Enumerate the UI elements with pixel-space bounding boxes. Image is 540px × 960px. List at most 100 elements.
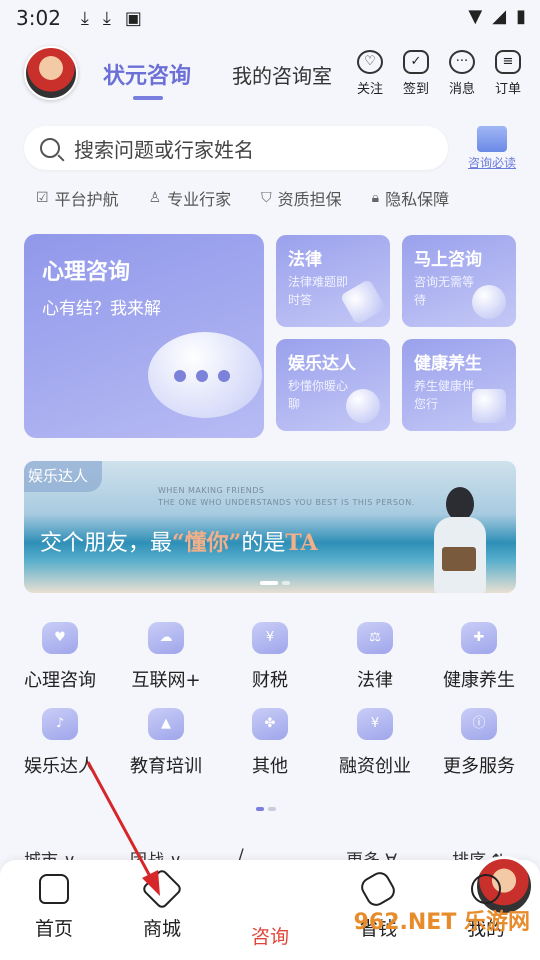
card-subtitle: 法律难题即时答 bbox=[288, 275, 349, 307]
category-health[interactable]: ✚ 健康养生 bbox=[425, 622, 533, 692]
category-psychology[interactable]: ♥ 心理咨询 bbox=[6, 622, 114, 692]
folder-icon bbox=[477, 126, 507, 152]
more-icon: ⓘ bbox=[461, 708, 497, 740]
guarantee-qualification: ⛉ 资质担保 bbox=[261, 186, 342, 210]
tab-label: 首页 bbox=[34, 918, 73, 940]
scale-icon: ⚖ bbox=[357, 622, 393, 654]
card-title: 心理咨询 bbox=[42, 260, 131, 285]
banner-english: WHEN MAKING FRIENDS THE ONE WHO UNDERSTA… bbox=[158, 485, 415, 509]
follow-button[interactable]: ♡ 关注 bbox=[350, 50, 390, 97]
banner-headline: 交个朋友，最“懂你”的是TA bbox=[40, 525, 318, 557]
orders-button[interactable]: ≡ 订单 bbox=[488, 50, 528, 97]
cloud-icon: ☁ bbox=[148, 622, 184, 654]
card-health[interactable]: 健康养生 养生健康伴您行 bbox=[402, 339, 516, 431]
card-title: 娱乐达人 bbox=[288, 354, 356, 374]
home-icon bbox=[39, 874, 69, 904]
category-label: 健康养生 bbox=[443, 670, 515, 691]
signal-icon: ◢ bbox=[492, 6, 507, 27]
messages-button[interactable]: ··· 消息 bbox=[442, 50, 482, 97]
guarantee-platform: ☑ 平台护航 bbox=[36, 186, 119, 210]
tab-mall[interactable]: 商城 bbox=[122, 867, 202, 941]
search-placeholder: 搜索问题或行家姓名 bbox=[74, 137, 254, 162]
card-title: 健康养生 bbox=[414, 354, 482, 374]
guarantee-label: 平台护航 bbox=[54, 190, 119, 209]
guarantee-row: ☑ 平台护航 ♙ 专业行家 ⛉ 资质担保 🔒︎ 隐私保障 bbox=[36, 186, 449, 210]
checkin-label: 签到 bbox=[402, 82, 429, 97]
category-label: 财税 bbox=[252, 670, 288, 691]
card-consult-now[interactable]: 马上咨询 咨询无需等待 bbox=[402, 235, 516, 327]
tab-zhuangyuan-consult[interactable]: 状元咨询 bbox=[103, 58, 191, 90]
tab-label: 咨询 bbox=[250, 926, 289, 948]
category-tax[interactable]: ¥ 财税 bbox=[216, 622, 324, 692]
banner-highlight: TA bbox=[285, 530, 318, 556]
avatar[interactable] bbox=[24, 46, 78, 100]
category-label: 更多服务 bbox=[443, 756, 515, 777]
guarantee-label: 专业行家 bbox=[167, 190, 232, 209]
guarantee-expert: ♙ 专业行家 bbox=[149, 186, 232, 210]
messages-label: 消息 bbox=[448, 82, 475, 97]
card-law[interactable]: 法律 法律难题即时答 bbox=[276, 235, 390, 327]
medical-kit-icon bbox=[472, 389, 506, 423]
banner-highlight: “懂你” bbox=[172, 530, 242, 556]
wifi-icon: ▼ bbox=[468, 6, 483, 27]
status-right: ▼ ◢ ▮ bbox=[468, 6, 526, 27]
banner-english-line: WHEN MAKING FRIENDS bbox=[158, 486, 265, 495]
category-financing[interactable]: ¥ 融资创业 bbox=[321, 708, 429, 778]
category-entertainment[interactable]: ♪ 娱乐达人 bbox=[6, 708, 114, 778]
category-other[interactable]: ✤ 其他 bbox=[216, 708, 324, 778]
download-icon: ⤓ bbox=[80, 7, 89, 29]
notification-icon: ▣ bbox=[124, 7, 142, 29]
header: 状元咨询 我的咨询室 ♡ 关注 ✓ 签到 ··· 消息 ≡ 订单 bbox=[0, 40, 540, 110]
search-icon bbox=[40, 138, 60, 158]
category-label: 互联网+ bbox=[131, 670, 201, 691]
monitor-check-icon: ☑ bbox=[36, 190, 49, 206]
clipboard-icon: ≡ bbox=[495, 50, 521, 74]
heart-icon: ♡ bbox=[357, 50, 383, 74]
graduation-cap-icon: ▲ bbox=[148, 708, 184, 740]
category-internet[interactable]: ☁ 互联网+ bbox=[112, 622, 220, 692]
microphone-icon bbox=[346, 389, 380, 423]
watermark-logo: 962.NET 乐游网 bbox=[353, 910, 530, 935]
card-subtitle: 养生健康伴您行 bbox=[414, 379, 475, 411]
guarantee-label: 资质担保 bbox=[277, 190, 342, 209]
chat-bubble-icon bbox=[472, 285, 506, 319]
category-label: 法律 bbox=[357, 670, 393, 691]
grid-pager bbox=[256, 807, 276, 811]
tab-my-consult-room[interactable]: 我的咨询室 bbox=[232, 60, 332, 89]
tab-home[interactable]: 首页 bbox=[14, 874, 94, 941]
card-title: 马上咨询 bbox=[414, 250, 482, 270]
tag-icon bbox=[140, 867, 184, 911]
category-label: 心理咨询 bbox=[24, 670, 96, 691]
card-subtitle: 秒懂你暖心聊 bbox=[288, 379, 349, 411]
banner-person-image bbox=[424, 487, 498, 593]
shield-icon: ⛉ bbox=[261, 190, 272, 206]
guarantee-privacy: 🔒︎ 隐私保障 bbox=[372, 186, 449, 210]
card-entertainment[interactable]: 娱乐达人 秒懂你暖心聊 bbox=[276, 339, 390, 431]
battery-icon: ▮ bbox=[516, 6, 526, 27]
calendar-check-icon: ✓ bbox=[403, 50, 429, 74]
category-more[interactable]: ⓘ 更多服务 bbox=[425, 708, 533, 778]
heart-icon: ♥ bbox=[42, 622, 78, 654]
banner-tag: 娱乐达人 bbox=[24, 461, 103, 492]
chat-bubble-icon bbox=[148, 332, 262, 418]
category-law[interactable]: ⚖ 法律 bbox=[321, 622, 429, 692]
person-icon: ♙ bbox=[148, 190, 162, 206]
money-bulb-icon: ¥ bbox=[357, 708, 393, 740]
microphone-icon: ♪ bbox=[42, 708, 78, 740]
checkin-button[interactable]: ✓ 签到 bbox=[396, 50, 436, 97]
grid-icon: ✤ bbox=[252, 708, 288, 740]
banner-pager bbox=[260, 581, 290, 585]
promo-banner[interactable]: 娱乐达人 WHEN MAKING FRIENDS THE ONE WHO UND… bbox=[24, 461, 516, 593]
search-input[interactable]: 搜索问题或行家姓名 bbox=[24, 126, 448, 170]
guarantee-label: 隐私保障 bbox=[385, 190, 450, 209]
banner-english-line: THE ONE WHO UNDERSTANDS YOU BEST IS THIS… bbox=[158, 498, 415, 507]
tab-underline bbox=[133, 96, 163, 100]
category-education[interactable]: ▲ 教育培训 bbox=[112, 708, 220, 778]
chat-dots-icon: ··· bbox=[449, 50, 475, 74]
card-psychology[interactable]: 心理咨询 心有结？我来解 bbox=[24, 234, 264, 438]
person-icon bbox=[471, 874, 501, 904]
tab-consult[interactable]: 咨询 bbox=[230, 856, 534, 949]
banner-text: 交个朋友，最 bbox=[40, 531, 173, 556]
must-read-link[interactable]: 咨询必读 bbox=[464, 126, 520, 171]
bottom-tab-bar: 首页 商城 咨询 省钱 我的 962.NET 乐游网 bbox=[0, 856, 540, 960]
